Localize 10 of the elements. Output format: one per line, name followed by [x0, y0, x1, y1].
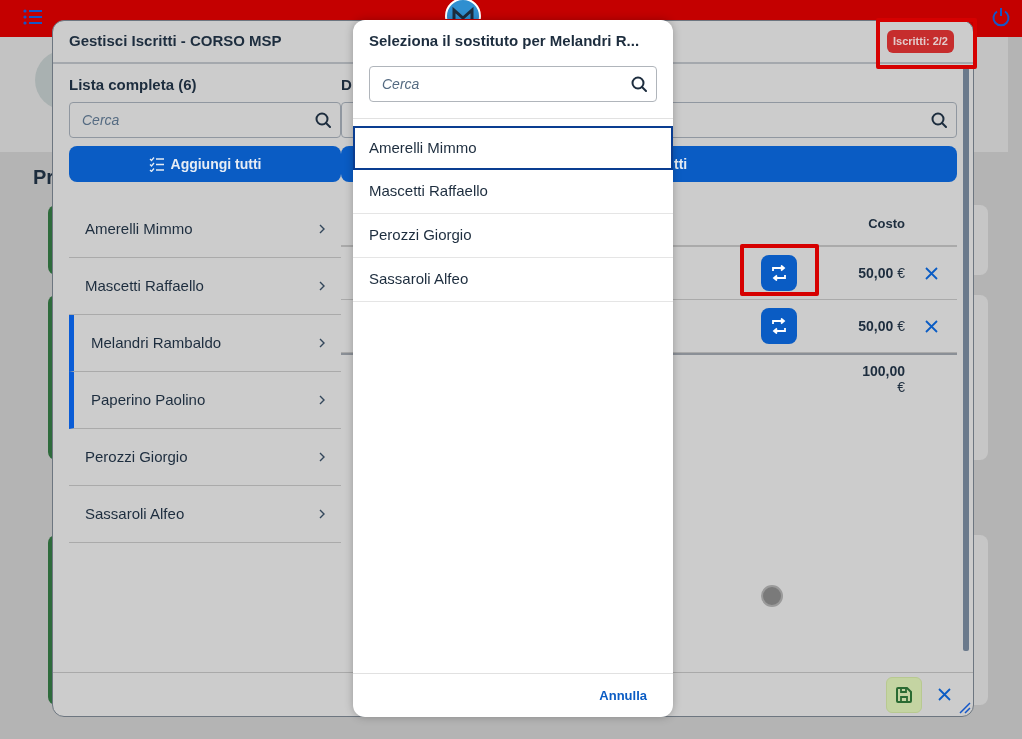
list-heading: Lista completa (6) — [69, 75, 198, 95]
cost-text: 50,00 € — [858, 317, 905, 334]
column-header: Costo — [868, 216, 905, 231]
count-badge: Iscritti: 2/2 — [886, 30, 954, 53]
page-heading: Pr — [33, 165, 55, 190]
total-text: 100,00 € — [861, 363, 905, 395]
dialog-title: Gestisci Iscritti - CORSO MSP — [69, 31, 282, 52]
cost-text: 50,00 € — [858, 264, 905, 281]
dialog-title: Seleziona il sostituto per Melandri R... — [369, 31, 641, 51]
list-heading: D — [341, 76, 352, 93]
